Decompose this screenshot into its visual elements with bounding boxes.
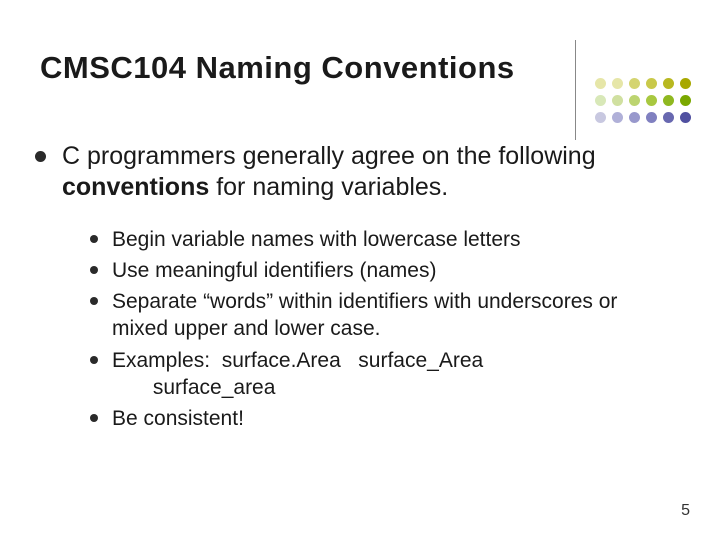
decoration-dot bbox=[595, 78, 606, 89]
decoration-dot bbox=[663, 95, 674, 106]
decoration-dot bbox=[646, 78, 657, 89]
decoration-line bbox=[575, 40, 576, 140]
intro-before: C programmers generally agree on the fol… bbox=[62, 142, 596, 170]
list-item-text: Begin variable names with lowercase lett… bbox=[112, 226, 521, 253]
sub-bullet-list: Begin variable names with lowercase lett… bbox=[35, 226, 670, 433]
decoration-dot bbox=[612, 112, 623, 123]
decoration-dot bbox=[646, 95, 657, 106]
decoration-dot bbox=[595, 95, 606, 106]
decoration-dot bbox=[612, 95, 623, 106]
list-item: Separate “words” within identifiers with… bbox=[90, 288, 670, 343]
bullet-icon bbox=[90, 266, 98, 274]
list-item: Begin variable names with lowercase lett… bbox=[90, 226, 670, 253]
dot-grid bbox=[595, 78, 694, 126]
list-item-text: Separate “words” within identifiers with… bbox=[112, 288, 670, 343]
corner-decoration bbox=[570, 40, 700, 140]
list-item-text: Use meaningful identifiers (names) bbox=[112, 257, 436, 284]
list-item-text: Examples: surface.Area surface_Area surf… bbox=[112, 347, 483, 402]
list-item: Be consistent! bbox=[90, 405, 670, 432]
bullet-icon bbox=[35, 151, 46, 162]
decoration-dot bbox=[629, 112, 640, 123]
decoration-dot bbox=[663, 78, 674, 89]
bullet-icon bbox=[90, 414, 98, 422]
page-number: 5 bbox=[681, 502, 690, 520]
decoration-dot bbox=[629, 78, 640, 89]
bullet-icon bbox=[90, 235, 98, 243]
decoration-dot bbox=[595, 112, 606, 123]
decoration-dot bbox=[680, 95, 691, 106]
bullet-icon bbox=[90, 356, 98, 364]
list-item: Examples: surface.Area surface_Area surf… bbox=[90, 347, 670, 402]
decoration-dot bbox=[680, 112, 691, 123]
list-item: Use meaningful identifiers (names) bbox=[90, 257, 670, 284]
decoration-dot bbox=[646, 112, 657, 123]
examples-line1: Examples: surface.Area surface_Area bbox=[112, 349, 483, 372]
decoration-dot bbox=[612, 78, 623, 89]
examples-line2: surface_area bbox=[112, 376, 275, 399]
decoration-dot bbox=[663, 112, 674, 123]
intro-bold: conventions bbox=[62, 173, 209, 201]
bullet-icon bbox=[90, 297, 98, 305]
intro-text: C programmers generally agree on the fol… bbox=[62, 141, 670, 204]
main-bullet-item: C programmers generally agree on the fol… bbox=[35, 141, 670, 204]
list-item-text: Be consistent! bbox=[112, 405, 244, 432]
decoration-dot bbox=[629, 95, 640, 106]
decoration-dot bbox=[680, 78, 691, 89]
intro-after: for naming variables. bbox=[209, 173, 448, 201]
